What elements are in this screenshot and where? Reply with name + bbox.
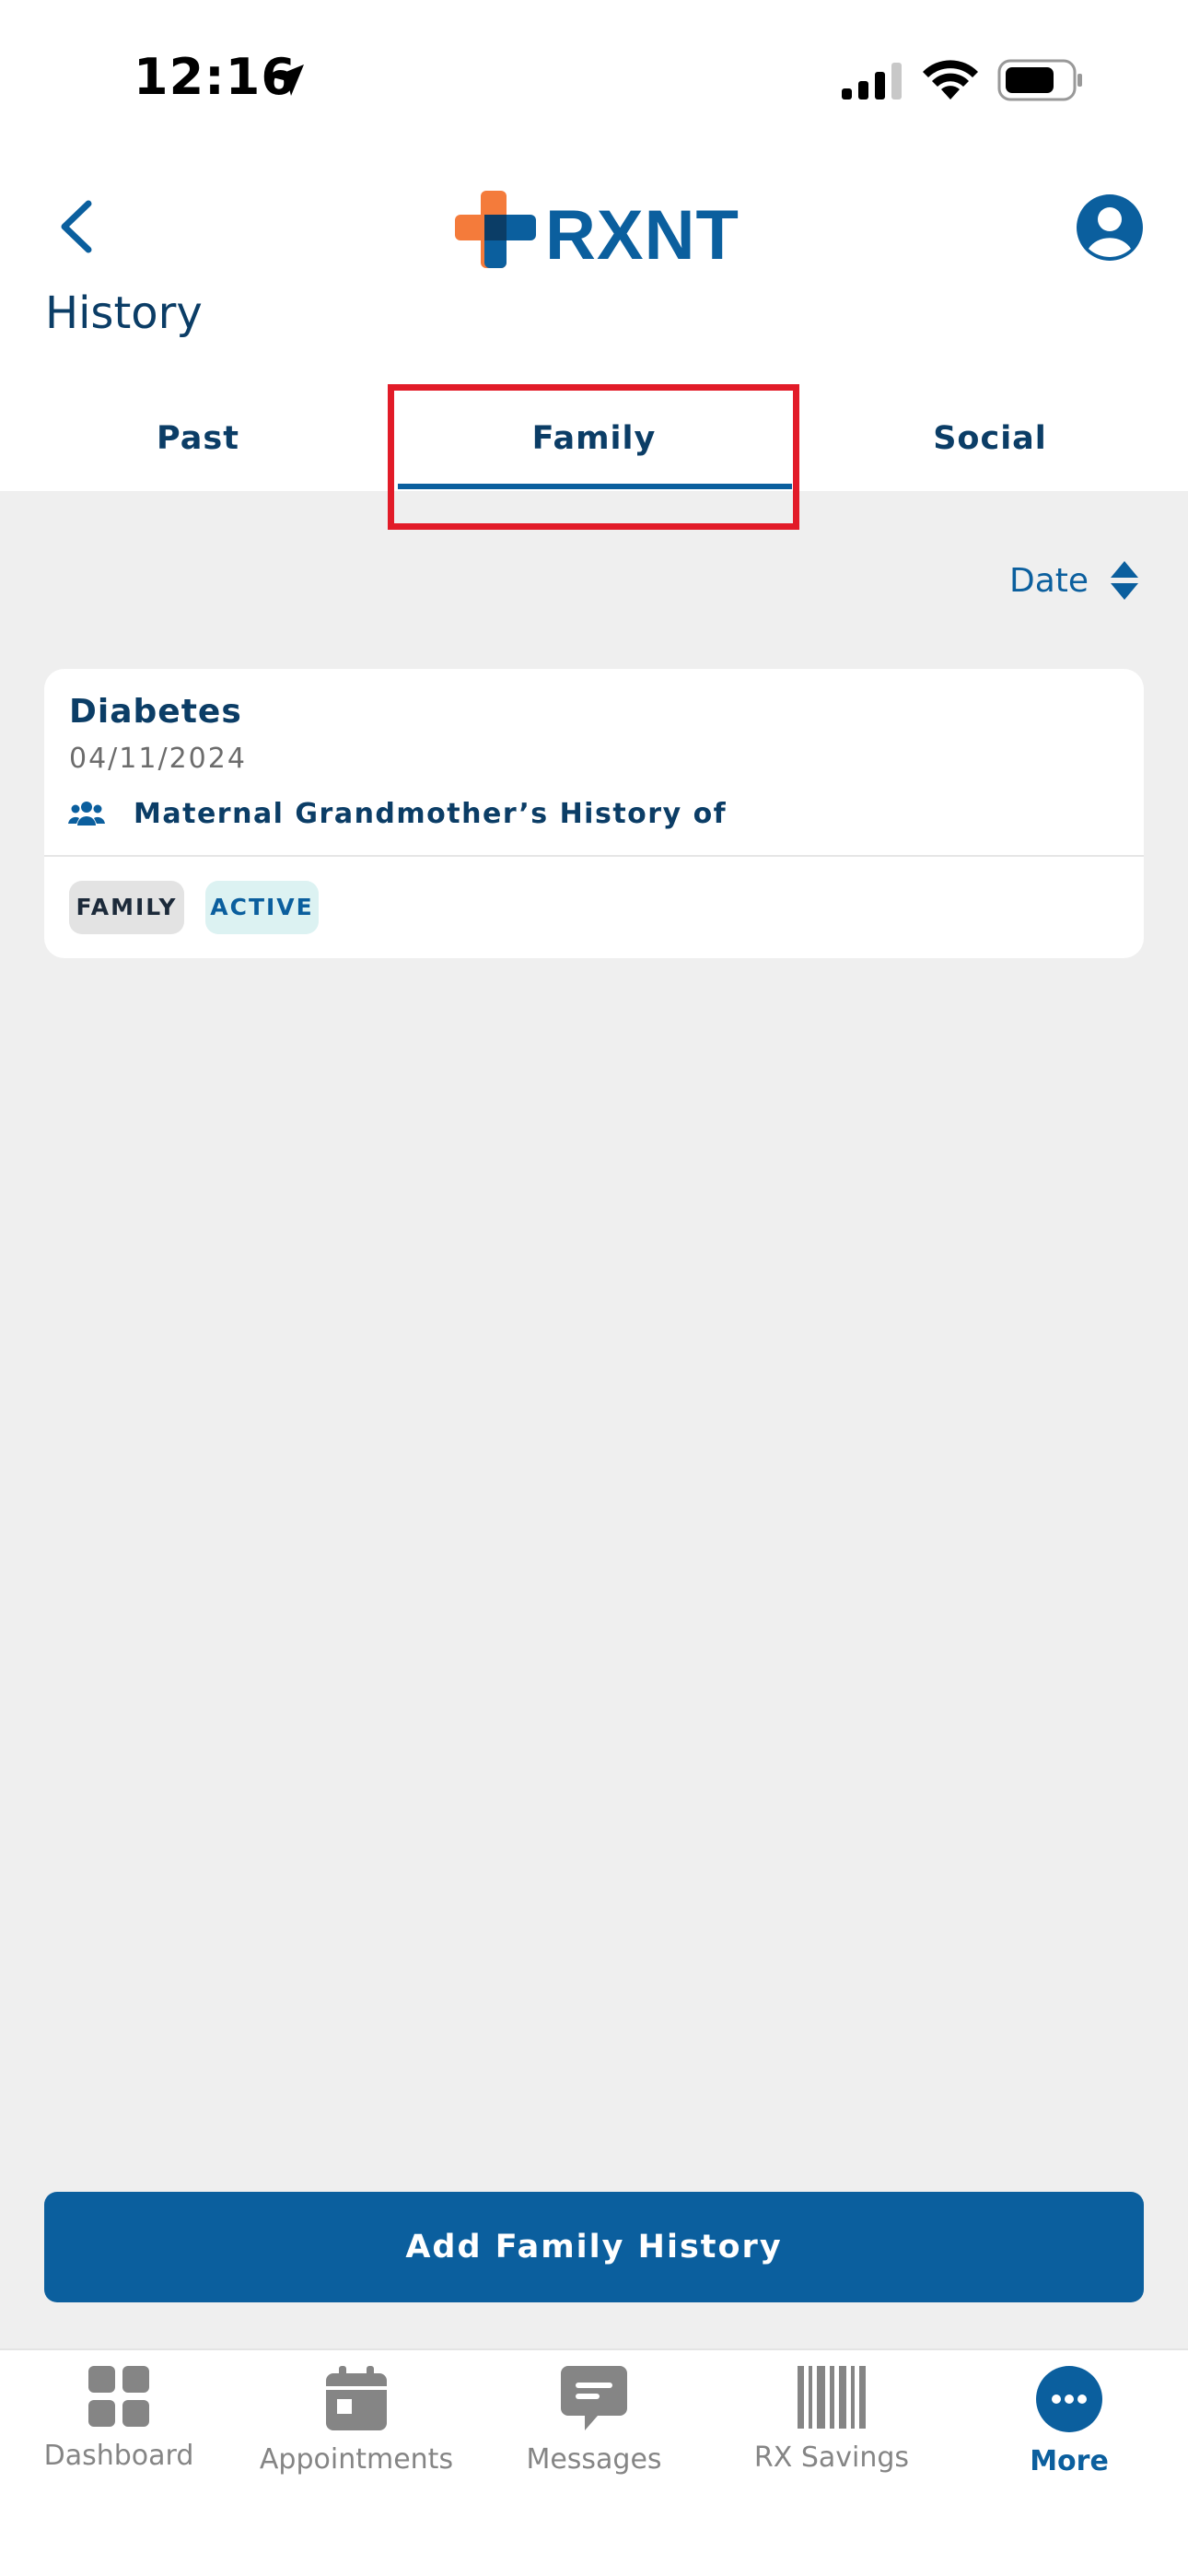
page-title: History xyxy=(45,287,203,339)
nav-label-dashboard: Dashboard xyxy=(43,2440,194,2472)
cellular-signal-icon xyxy=(842,63,902,100)
sort-arrows-icon xyxy=(1111,561,1139,600)
calendar-icon xyxy=(326,2366,387,2430)
nav-label-appointments: Appointments xyxy=(259,2443,454,2476)
record-title: Diabetes xyxy=(69,693,242,731)
card-divider xyxy=(44,855,1144,857)
profile-icon[interactable] xyxy=(1076,193,1144,262)
nav-dashboard[interactable]: Dashboard xyxy=(0,2366,238,2472)
nav-label-messages: Messages xyxy=(526,2443,662,2476)
people-group-icon xyxy=(68,802,105,825)
nav-more[interactable]: More xyxy=(950,2366,1188,2477)
add-family-history-button[interactable]: Add Family History xyxy=(44,2192,1144,2302)
nav-messages[interactable]: Messages xyxy=(475,2366,713,2476)
highlight-annotation-box xyxy=(388,384,799,530)
dashboard-icon xyxy=(88,2366,149,2427)
family-badge: FAMILY xyxy=(69,881,184,934)
nav-label-rx-savings: RX Savings xyxy=(753,2441,910,2474)
record-date: 04/11/2024 xyxy=(69,743,247,775)
nav-appointments[interactable]: Appointments xyxy=(238,2366,475,2476)
record-description: Maternal Grandmother’s History of xyxy=(134,798,728,830)
message-icon xyxy=(561,2366,627,2430)
status-badge: ACTIVE xyxy=(205,881,319,934)
more-icon xyxy=(1036,2366,1102,2432)
barcode-icon xyxy=(798,2366,866,2429)
location-arrow-icon xyxy=(273,64,304,96)
logo-text: RXNT xyxy=(545,196,740,275)
battery-icon xyxy=(997,59,1082,101)
sort-by-date-button[interactable]: Date xyxy=(1009,557,1140,603)
nav-label-more: More xyxy=(1030,2445,1109,2477)
back-chevron-icon[interactable] xyxy=(53,198,101,255)
sort-label: Date xyxy=(1009,561,1089,600)
wifi-icon xyxy=(923,60,978,100)
nav-rx-savings[interactable]: RX Savings xyxy=(713,2366,950,2474)
tab-past[interactable]: Past xyxy=(0,387,396,491)
tab-social[interactable]: Social xyxy=(792,387,1188,491)
rxnt-logo-icon xyxy=(455,191,536,268)
